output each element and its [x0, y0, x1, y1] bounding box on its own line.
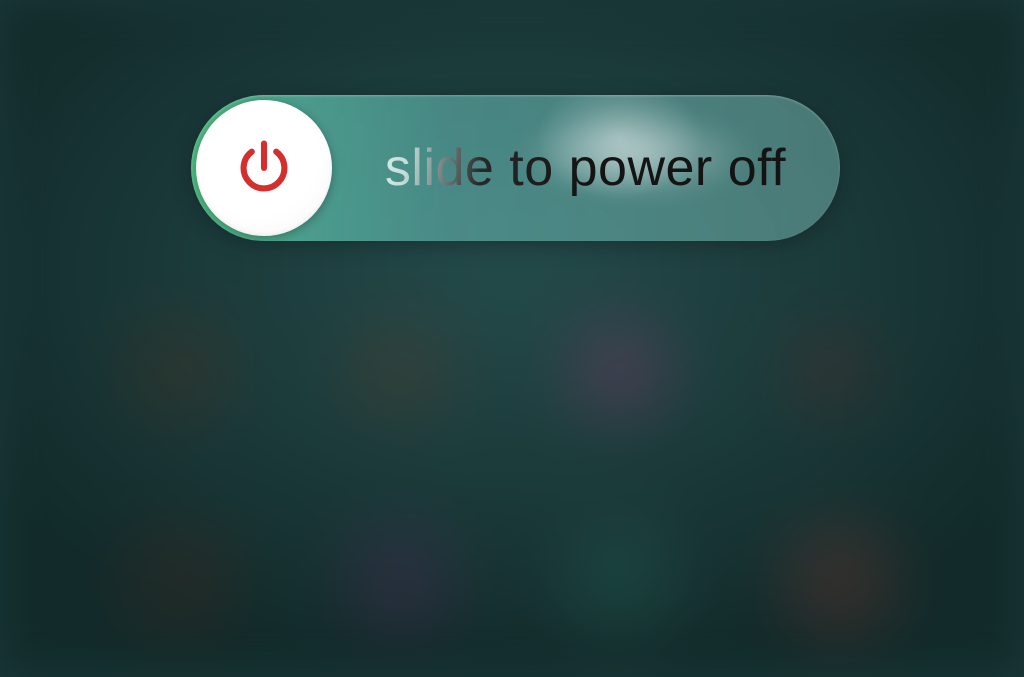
power-icon: [230, 134, 298, 202]
slider-label: slide to power off: [361, 95, 810, 241]
slider-knob[interactable]: [196, 100, 332, 236]
power-off-slider[interactable]: slide to power off: [191, 95, 840, 241]
